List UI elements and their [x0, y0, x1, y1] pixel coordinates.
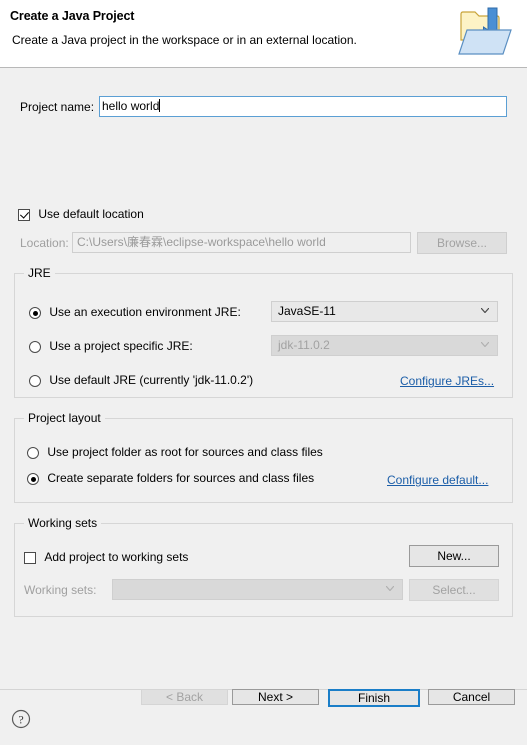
- radio-separate-folders-label: Create separate folders for sources and …: [47, 471, 315, 485]
- radio-dot: [29, 307, 41, 319]
- project-specific-jre-combo: jdk-11.0.2: [271, 335, 498, 356]
- project-layout-group: Project layout Use project folder as roo…: [14, 411, 513, 503]
- page-title: Create a Java Project: [10, 9, 135, 23]
- configure-jres-link[interactable]: Configure JREs...: [400, 374, 494, 388]
- browse-button: Browse...: [417, 232, 507, 254]
- chevron-down-icon: [481, 308, 489, 313]
- next-button[interactable]: Next >: [232, 689, 319, 705]
- location-row: Location: C:\Users\廉春霖\eclipse-workspace…: [0, 232, 527, 254]
- project-name-row: Project name: hello world: [0, 96, 527, 118]
- working-sets-group-title: Working sets: [24, 516, 102, 530]
- add-project-to-working-sets-checkbox[interactable]: Add project to working sets: [24, 550, 188, 566]
- checkbox-box: [24, 552, 36, 564]
- radio-dot: [27, 473, 39, 485]
- location-input: C:\Users\廉春霖\eclipse-workspace\hello wor…: [72, 232, 411, 253]
- java-project-folder-icon: [453, 4, 515, 62]
- project-layout-group-title: Project layout: [24, 411, 105, 425]
- radio-project-folder-root[interactable]: Use project folder as root for sources a…: [27, 445, 323, 461]
- radio-dot: [29, 341, 41, 353]
- use-default-location-label: Use default location: [38, 207, 144, 221]
- working-sets-combo: [112, 579, 403, 600]
- radio-project-specific-jre[interactable]: Use a project specific JRE:: [29, 339, 193, 355]
- radio-execution-environment-jre-label: Use an execution environment JRE:: [49, 305, 241, 319]
- checkbox-box: [18, 209, 30, 221]
- radio-project-folder-root-label: Use project folder as root for sources a…: [47, 445, 323, 459]
- radio-separate-folders[interactable]: Create separate folders for sources and …: [27, 471, 314, 487]
- radio-dot: [29, 375, 41, 387]
- text-caret: [159, 99, 161, 112]
- project-name-label: Project name:: [20, 100, 95, 114]
- execution-environment-value: JavaSE-11: [278, 304, 336, 318]
- dialog-header: Create a Java Project Create a Java proj…: [0, 0, 527, 68]
- back-button: < Back: [141, 689, 228, 705]
- jre-group-title: JRE: [24, 266, 55, 280]
- project-specific-jre-value: jdk-11.0.2: [278, 338, 330, 352]
- new-working-set-button[interactable]: New...: [409, 545, 499, 567]
- configure-default-link[interactable]: Configure default...: [387, 473, 488, 487]
- radio-execution-environment-jre[interactable]: Use an execution environment JRE:: [29, 305, 241, 321]
- help-question-icon[interactable]: ?: [11, 709, 31, 729]
- dialog-body: Project name: hello world Use default lo…: [0, 68, 527, 689]
- add-project-to-working-sets-label: Add project to working sets: [44, 550, 189, 564]
- radio-default-jre[interactable]: Use default JRE (currently 'jdk-11.0.2'): [29, 373, 253, 389]
- use-default-location-checkbox[interactable]: Use default location: [18, 207, 144, 223]
- chevron-down-icon: [481, 342, 489, 347]
- project-name-input[interactable]: hello world: [99, 96, 507, 117]
- radio-default-jre-label: Use default JRE (currently 'jdk-11.0.2'): [49, 373, 254, 387]
- cancel-button[interactable]: Cancel: [428, 689, 515, 705]
- chevron-down-icon: [386, 586, 394, 591]
- location-label: Location:: [20, 236, 69, 250]
- working-sets-label: Working sets:: [24, 583, 97, 597]
- execution-environment-combo[interactable]: JavaSE-11: [271, 301, 498, 322]
- working-sets-group: Working sets: [14, 516, 513, 617]
- select-working-set-button: Select...: [409, 579, 499, 601]
- finish-button[interactable]: Finish: [328, 689, 420, 707]
- radio-project-specific-jre-label: Use a project specific JRE:: [49, 339, 193, 353]
- radio-dot: [27, 447, 39, 459]
- project-name-value: hello world: [102, 99, 160, 113]
- page-description: Create a Java project in the workspace o…: [12, 33, 357, 47]
- svg-text:?: ?: [18, 713, 23, 727]
- jre-group: JRE Use an execution environment JRE: Ja…: [14, 266, 513, 398]
